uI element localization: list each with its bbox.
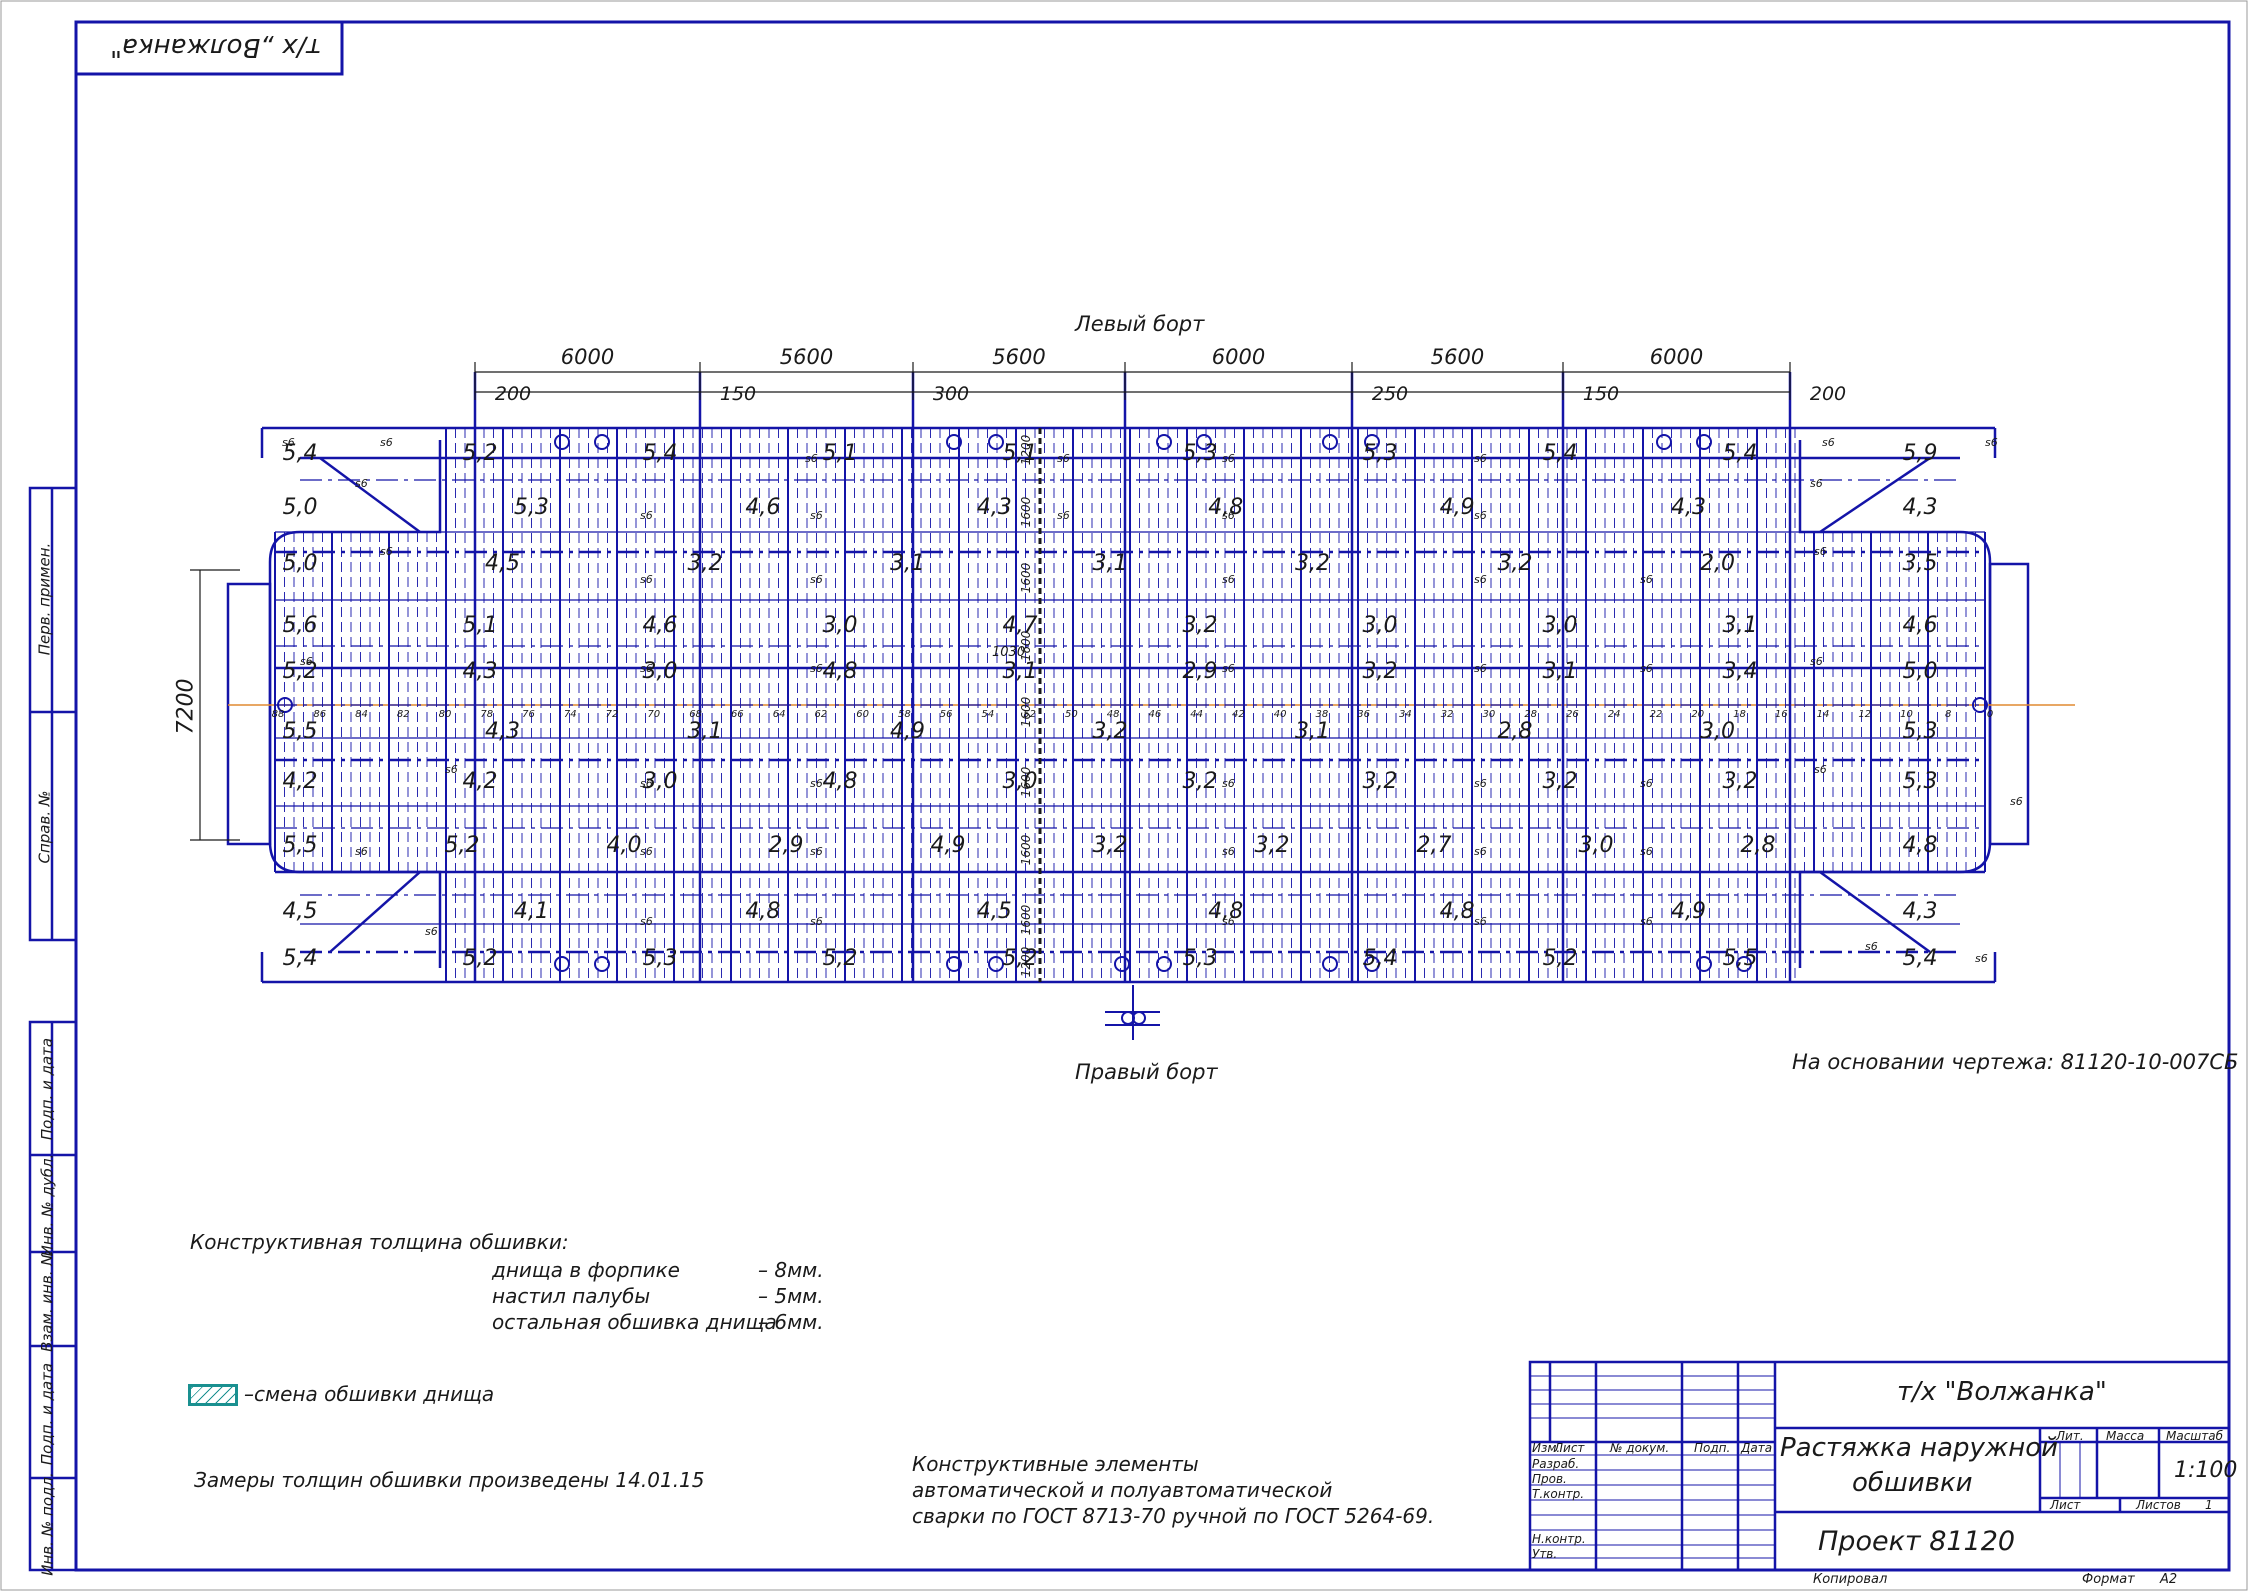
scale-value: 1:100: [2174, 1458, 2238, 1483]
list-label: Лист: [2050, 1498, 2081, 1512]
col-docum: № докум.: [1610, 1441, 1670, 1455]
title-drawing-name-1: Растяжка наружной: [1780, 1433, 2059, 1463]
massa-label: Масса: [2106, 1429, 2145, 1443]
listov-value: 1: [2205, 1498, 2213, 1512]
row-razrab: Разраб.: [1532, 1457, 1580, 1471]
col-data: Дата: [1741, 1441, 1773, 1455]
title-drawing-name-2: обшивки: [1852, 1468, 1973, 1498]
title-block-grid: [1528, 1360, 2231, 1572]
lit-label: Лит.: [2056, 1429, 2084, 1443]
row-prov: Пров.: [1532, 1472, 1567, 1486]
row-nkontr: Н.контр.: [1532, 1532, 1586, 1546]
title-project: Проект 81120: [1818, 1526, 2016, 1557]
masshtab-label: Масштаб: [2166, 1429, 2224, 1443]
row-utv: Утв.: [1532, 1547, 1558, 1561]
format-label: Формат: [2082, 1572, 2135, 1587]
listov-label: Листов: [2136, 1498, 2181, 1512]
row-tkontr: Т.контр.: [1532, 1487, 1585, 1501]
col-podp: Подп.: [1694, 1441, 1731, 1455]
col-list: Лист: [1554, 1441, 1585, 1455]
format-value: А2: [2160, 1572, 2178, 1587]
title-ship-name: т/х "Волжанка": [1897, 1377, 2107, 1407]
kopiroval-label: Копировал: [1813, 1572, 1888, 1587]
